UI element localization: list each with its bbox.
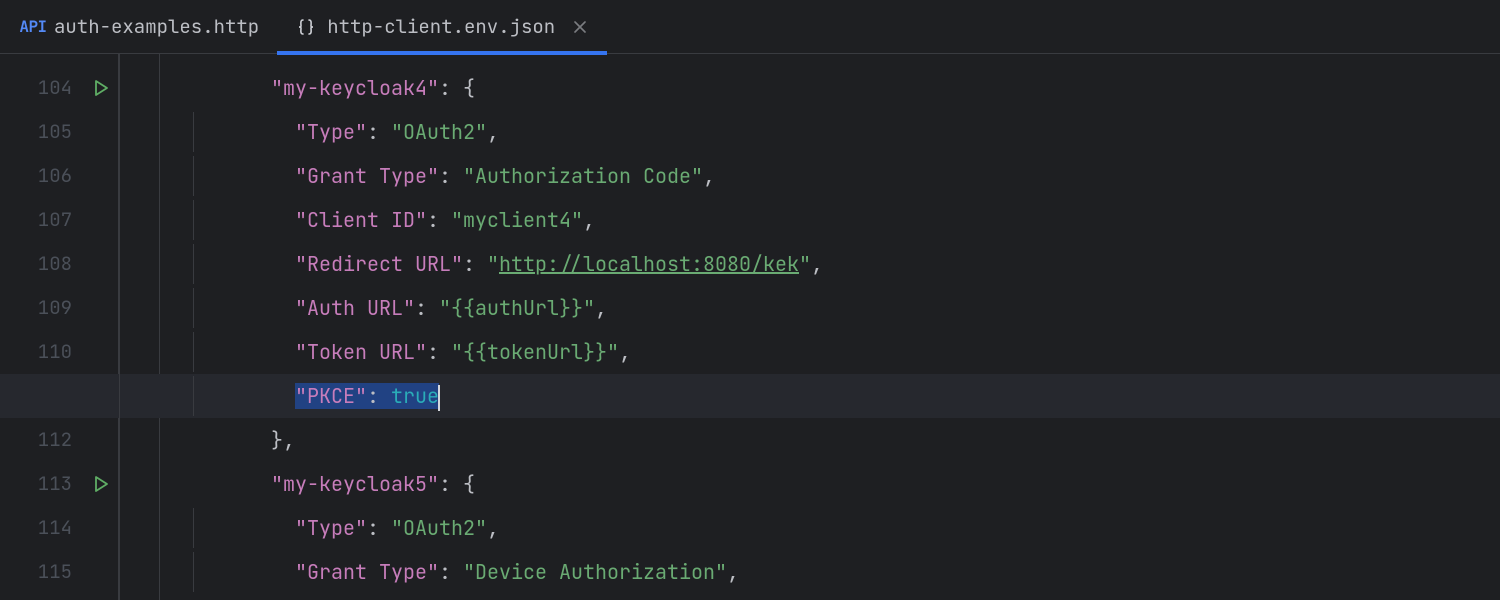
folding-gutter [119,54,159,600]
json-key: "Type" [295,515,367,541]
line-number: 108 [0,242,84,286]
line-number: 107 [0,198,84,242]
close-icon[interactable] [571,18,589,36]
json-key: "Grant Type" [295,163,439,189]
tab-http-client-env[interactable]: http-client.env.json [277,0,607,54]
tab-label: http-client.env.json [327,14,555,39]
json-key: "Client ID" [295,207,427,233]
url-link[interactable]: http://localhost:8080/kek [499,251,799,277]
json-string: "myclient4" [451,207,583,233]
json-key: "Auth URL" [295,295,415,321]
text-caret [438,385,440,411]
api-file-icon: API [22,16,44,37]
json-key: "Type" [295,119,367,145]
json-key: "my-keycloak4" [271,75,439,101]
line-number: 114 [0,506,84,550]
json-string: "Device Authorization" [463,559,727,585]
line-number: 110 [0,330,84,374]
json-file-icon [295,17,317,37]
line-number: 109 [0,286,84,330]
run-gutter-icon[interactable] [84,66,118,110]
json-key: "my-keycloak5" [271,471,439,497]
tab-label: auth-examples.http [54,14,259,39]
json-string: "{{authUrl}}" [439,295,595,321]
line-number: 104 [0,66,84,110]
json-string: "Authorization Code" [463,163,703,189]
json-string: "{{tokenUrl}}" [451,339,619,365]
code-left-margin [159,54,193,600]
line-number: 105 [0,110,84,154]
json-key: "PKCE" [295,383,367,409]
gutter-icon-column [84,66,118,600]
json-string: "OAuth2" [391,119,487,145]
code-content[interactable]: "my-keycloak4": { "Type": "OAuth2", "Gra… [193,54,1500,600]
json-boolean: true [391,383,439,409]
line-number-column: 104 105 106 107 108 109 110 111 112 113 … [0,66,84,600]
line-number: 115 [0,550,84,594]
gutter: 104 105 106 107 108 109 110 111 112 113 … [0,54,119,600]
tab-auth-examples[interactable]: API auth-examples.http [4,0,277,54]
json-key: "Token URL" [295,339,427,365]
line-number: 106 [0,154,84,198]
line-number: 112 [0,418,84,462]
editor-area: 104 105 106 107 108 109 110 111 112 113 … [0,54,1500,600]
json-string: "OAuth2" [391,515,487,541]
json-string: " [799,251,811,277]
json-key: "Redirect URL" [295,251,463,277]
json-string: " [487,251,499,277]
run-gutter-icon[interactable] [84,462,118,506]
json-key: "Grant Type" [295,559,439,585]
line-number: 113 [0,462,84,506]
editor-tab-bar: API auth-examples.http http-client.env.j… [0,0,1500,54]
